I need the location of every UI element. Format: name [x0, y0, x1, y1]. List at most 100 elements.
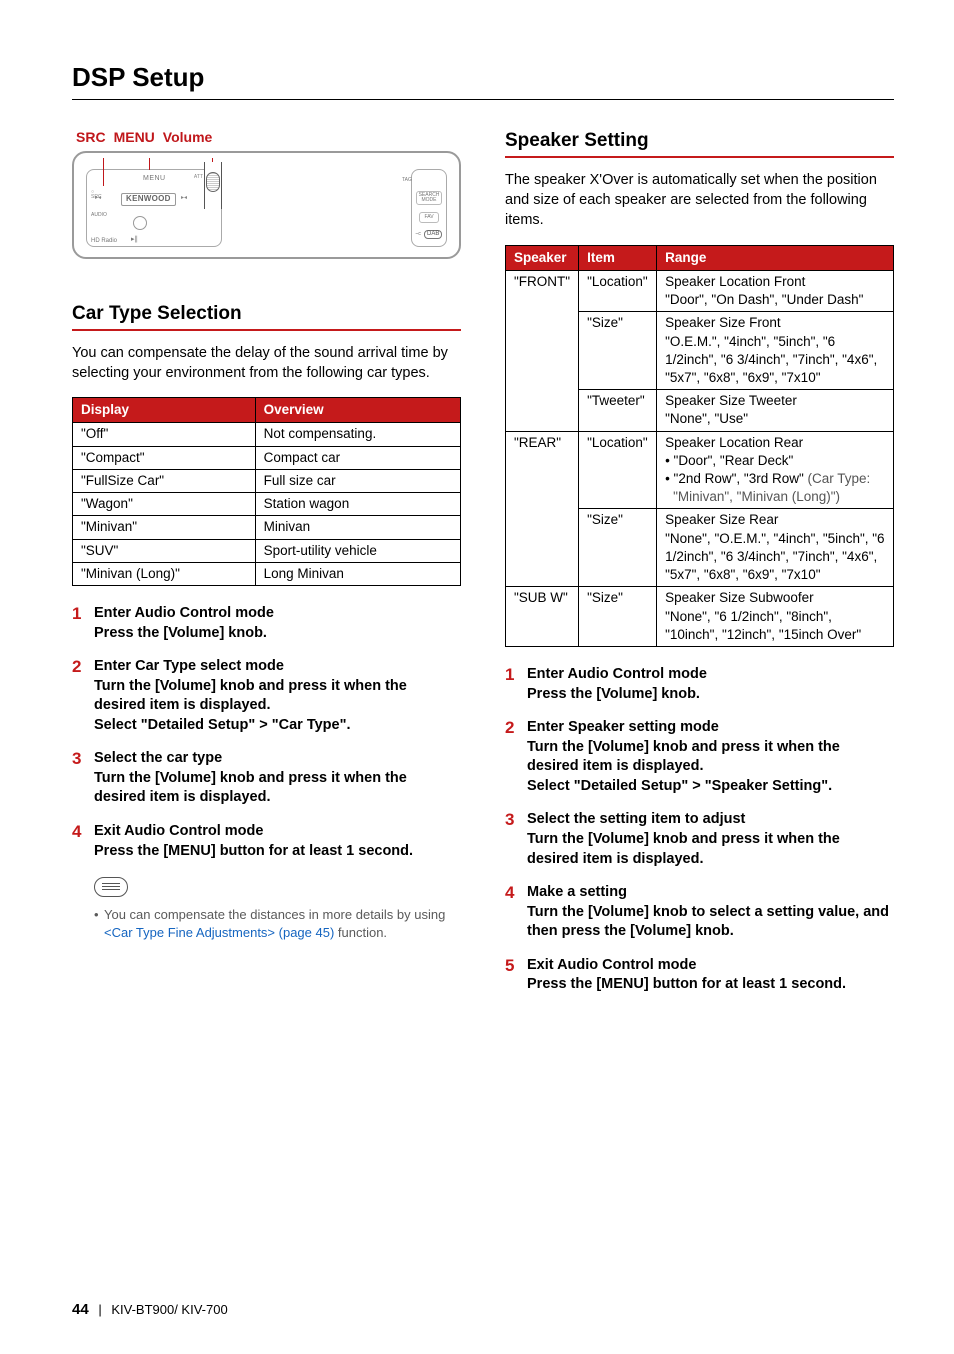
- step-body: Turn the [Volume] knob and press it when…: [94, 677, 461, 736]
- cell-item: "Location": [579, 431, 657, 509]
- section-rule: [505, 156, 894, 158]
- speaker-table: Speaker Item Range "FRONT""Location"Spea…: [505, 245, 894, 647]
- section-rule: [72, 329, 461, 331]
- step-title: Enter Audio Control mode: [94, 604, 461, 624]
- cell-item: "Size": [579, 312, 657, 390]
- cell-item: "Size": [579, 587, 657, 647]
- cell-range: Speaker Location Rear• "Door", "Rear Dec…: [657, 431, 894, 509]
- page-footer: 44 | KIV-BT900/ KIV-700: [72, 1300, 228, 1320]
- step-item: Enter Audio Control modePress the [Volum…: [505, 665, 894, 704]
- search-mode-button: SEARCH MODE: [416, 191, 443, 205]
- cell-speaker: "REAR": [506, 431, 579, 587]
- cell-display: "Minivan": [73, 516, 256, 539]
- label-volume: Volume: [163, 128, 213, 147]
- label-src: SRC: [76, 128, 106, 147]
- step-title: Make a setting: [527, 883, 894, 903]
- cell-speaker: "SUB W": [506, 587, 579, 647]
- left-column: SRC MENU Volume MENU ATT ○SRC ▸◂ KENWOOD…: [72, 128, 461, 1009]
- step-title: Select the setting item to adjust: [527, 810, 894, 830]
- cell-overview: Station wagon: [255, 493, 460, 516]
- brand-label: KENWOOD: [121, 193, 176, 206]
- step-body: Press the [MENU] button for at least 1 s…: [94, 842, 461, 862]
- device-audio-label: AUDIO: [91, 212, 107, 219]
- step-item: Make a settingTurn the [Volume] knob to …: [505, 883, 894, 942]
- cell-overview: Minivan: [255, 516, 460, 539]
- right-column: Speaker Setting The speaker X'Over is au…: [505, 128, 894, 1009]
- note-link[interactable]: <Car Type Fine Adjustments> (page 45): [104, 925, 334, 940]
- step-item: Select the setting item to adjustTurn th…: [505, 810, 894, 869]
- hd-radio-label: HD Radio: [91, 237, 117, 245]
- speaker-intro: The speaker X'Over is automatically set …: [505, 170, 894, 231]
- page-number: 44: [72, 1301, 89, 1318]
- footer-separator: |: [98, 1302, 101, 1317]
- step-title: Exit Audio Control mode: [527, 956, 894, 976]
- step-title: Select the car type: [94, 749, 461, 769]
- table-row: "FRONT""Location"Speaker Location Front …: [506, 270, 894, 311]
- device-main-unit: MENU ATT ○SRC ▸◂ KENWOOD ▸◂ AUDIO HD Rad…: [86, 169, 222, 247]
- cell-range: Speaker Size Subwoofer "None", "6 1/2inc…: [657, 587, 894, 647]
- usb-icon: ⎯⊂: [416, 231, 421, 238]
- step-body: Press the [MENU] button for at least 1 s…: [527, 975, 894, 995]
- cell-display: "Off": [73, 423, 256, 446]
- step-body: Press the [Volume] knob.: [527, 685, 894, 705]
- section-title-car-type: Car Type Selection: [72, 301, 461, 327]
- cell-overview: Compact car: [255, 446, 460, 469]
- table-row: "Minivan (Long)"Long Minivan: [73, 562, 461, 585]
- step-item: Enter Speaker setting modeTurn the [Volu…: [505, 718, 894, 796]
- dab-badge: DAB: [424, 230, 442, 239]
- cell-item: "Tweeter": [579, 390, 657, 431]
- title-rule: [72, 99, 894, 100]
- step-title: Enter Audio Control mode: [527, 665, 894, 685]
- cell-range: Speaker Size Tweeter "None", "Use": [657, 390, 894, 431]
- left-arrow-icon: ▸◂: [95, 194, 101, 202]
- leader-line: [149, 158, 150, 170]
- fav-button: FAV: [419, 212, 438, 223]
- table-row: "FullSize Car"Full size car: [73, 469, 461, 492]
- table-row: "Off"Not compensating.: [73, 423, 461, 446]
- cell-range: Speaker Location Front "Door", "On Dash"…: [657, 270, 894, 311]
- cell-overview: Sport-utility vehicle: [255, 539, 460, 562]
- step-item: Exit Audio Control modePress the [MENU] …: [505, 956, 894, 995]
- step-body: Turn the [Volume] knob and press it when…: [527, 738, 894, 797]
- device-side-unit: TAG SEARCH MODE FAV ⎯⊂ DAB: [411, 169, 447, 247]
- car-type-intro: You can compensate the delay of the soun…: [72, 343, 461, 384]
- chevron-icon: >: [259, 717, 267, 733]
- leader-line: [103, 158, 104, 186]
- device-diagram: MENU ATT ○SRC ▸◂ KENWOOD ▸◂ AUDIO HD Rad…: [72, 151, 461, 259]
- th-speaker: Speaker: [506, 245, 579, 270]
- table-row: "Wagon"Station wagon: [73, 493, 461, 516]
- note-pre: You can compensate the distances in more…: [104, 907, 445, 922]
- table-row: "Compact"Compact car: [73, 446, 461, 469]
- note-text: You can compensate the distances in more…: [72, 906, 461, 942]
- cell-item: "Location": [579, 270, 657, 311]
- device-att-label: ATT: [194, 174, 203, 181]
- step-item: Enter Audio Control modePress the [Volum…: [72, 604, 461, 643]
- th-item: Item: [579, 245, 657, 270]
- cell-speaker: "FRONT": [506, 270, 579, 431]
- cell-display: "SUV": [73, 539, 256, 562]
- step-body: Press the [Volume] knob.: [94, 624, 461, 644]
- cell-display: "FullSize Car": [73, 469, 256, 492]
- speaker-steps: Enter Audio Control modePress the [Volum…: [505, 665, 894, 995]
- play-pause-icon: ▸∥: [131, 235, 138, 244]
- step-item: Exit Audio Control modePress the [MENU] …: [72, 822, 461, 861]
- step-item: Select the car typeTurn the [Volume] kno…: [72, 749, 461, 808]
- page-title: DSP Setup: [72, 60, 894, 95]
- step-title: Enter Car Type select mode: [94, 657, 461, 677]
- cell-overview: Long Minivan: [255, 562, 460, 585]
- th-display: Display: [73, 398, 256, 423]
- cell-overview: Not compensating.: [255, 423, 460, 446]
- volume-knob-housing: [204, 162, 222, 209]
- dial-icon: [133, 216, 147, 230]
- table-row: "SUB W""Size"Speaker Size Subwoofer "Non…: [506, 587, 894, 647]
- table-row: "SUV"Sport-utility vehicle: [73, 539, 461, 562]
- step-body: Turn the [Volume] knob and press it when…: [94, 769, 461, 808]
- model-name: KIV-BT900/ KIV-700: [111, 1302, 227, 1317]
- label-menu: MENU: [114, 128, 155, 147]
- table-row: "REAR""Location"Speaker Location Rear• "…: [506, 431, 894, 509]
- tag-label: TAG: [402, 177, 412, 184]
- cell-display: "Minivan (Long)": [73, 562, 256, 585]
- step-title: Enter Speaker setting mode: [527, 718, 894, 738]
- cell-overview: Full size car: [255, 469, 460, 492]
- step-item: Enter Car Type select modeTurn the [Volu…: [72, 657, 461, 735]
